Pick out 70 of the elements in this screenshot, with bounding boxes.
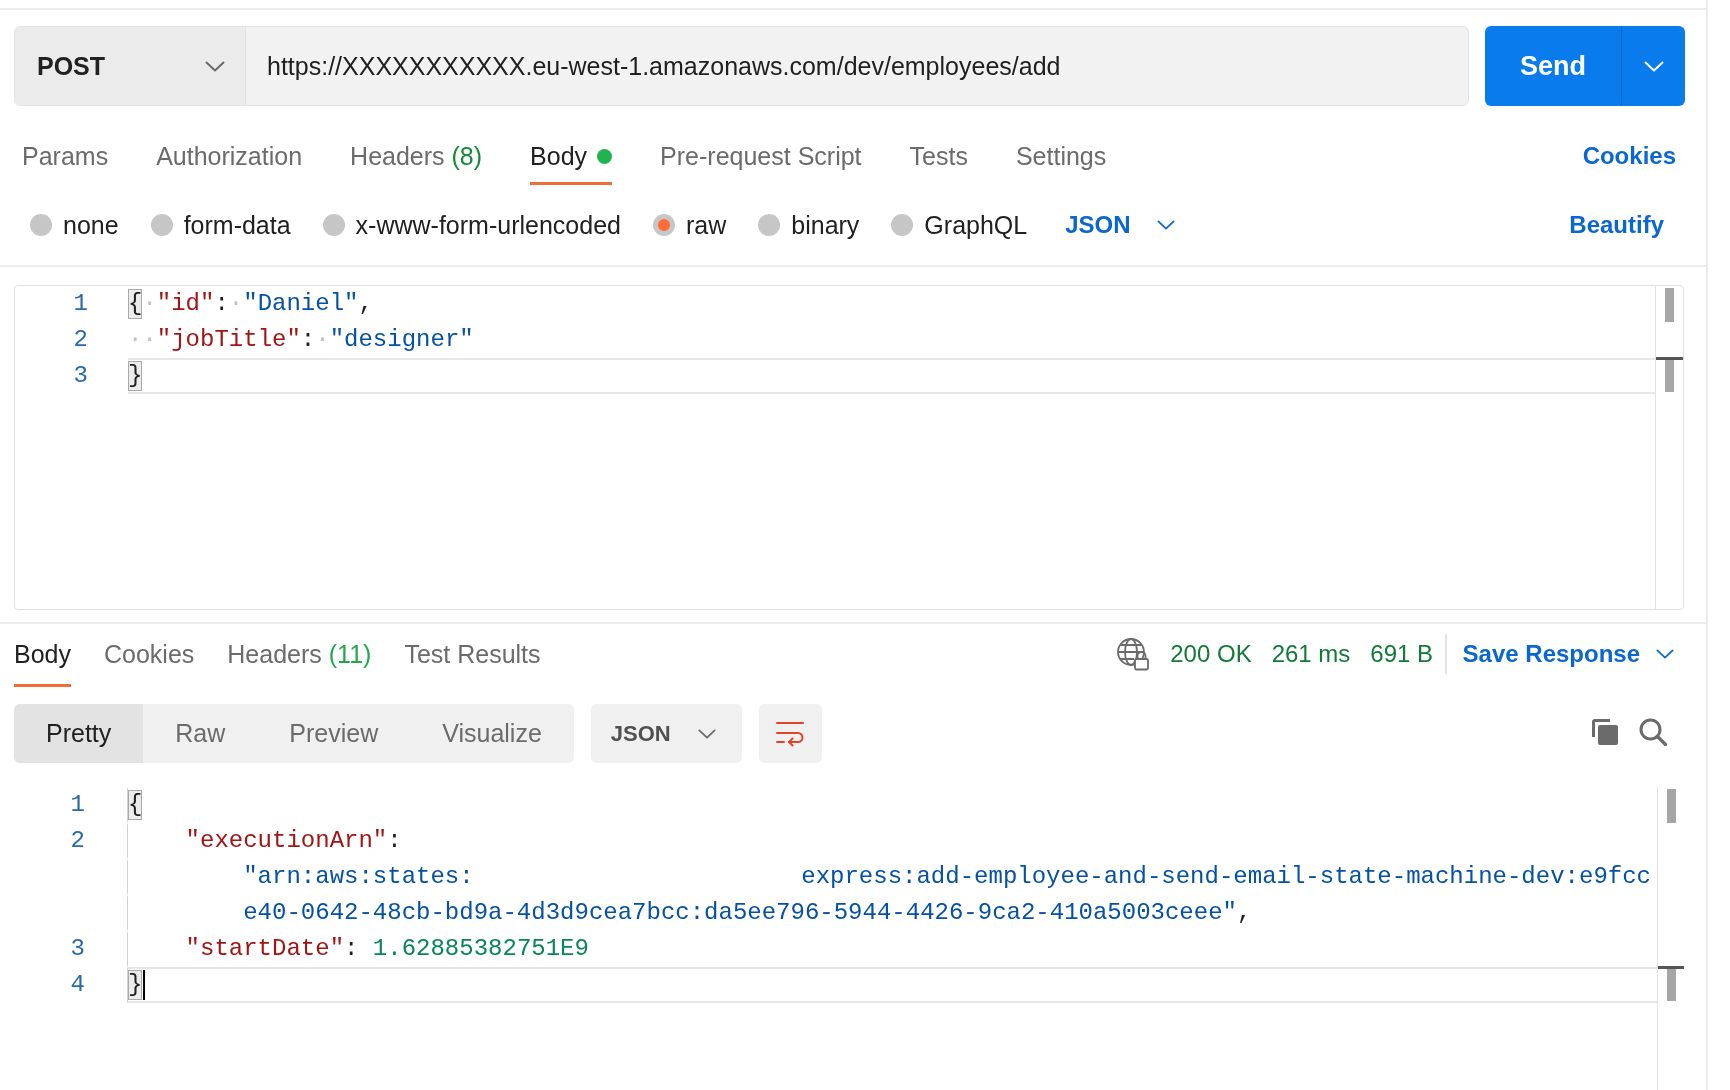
globe-lock-icon — [1116, 637, 1151, 671]
code-text: } — [128, 970, 143, 1000]
code-text: express:add-employee-and-send-email-state-machine-dev:e9fcc — [801, 862, 1651, 892]
tab[interactable]: Headers (8) — [350, 130, 483, 185]
code-text: "executionArn": — [185, 826, 402, 856]
radio-label[interactable]: x-www-form-urlencoded — [355, 210, 621, 240]
wrap-lines-button[interactable] — [758, 704, 822, 763]
chevron-down-icon — [1156, 220, 1175, 230]
view-tab[interactable]: Preview — [257, 704, 411, 763]
radio-button[interactable] — [758, 214, 781, 236]
language-dropdown[interactable]: JSON — [1065, 211, 1175, 239]
code-text: "startDate": 1.62885382751E9 — [185, 934, 589, 964]
cursor-marker — [1656, 357, 1683, 360]
scrollbar-thumb[interactable] — [1665, 288, 1674, 322]
response-size: 691 B — [1370, 640, 1434, 668]
line-number: 2 — [70, 826, 85, 856]
line-number: 3 — [70, 934, 85, 964]
view-tab[interactable]: Raw — [143, 704, 258, 763]
view-tab[interactable]: Pretty — [14, 704, 144, 763]
code-text: e40-0642-48cb-bd9a-4d3d9cea7bcc:da5ee796-5944-4426-9ca2-410a5003ceee", — [243, 898, 1252, 928]
line-number: 3 — [73, 361, 88, 391]
format-dropdown[interactable]: JSON — [590, 704, 742, 763]
code-editor[interactable]: 1 {·"id":·"Daniel", 2 ··"jobTitle":·"designer" 3 } — [14, 285, 1684, 610]
code-text: } — [128, 361, 143, 391]
line-number: 1 — [70, 790, 85, 820]
tab[interactable]: Test Results — [404, 624, 541, 687]
save-response-button[interactable]: Save Response — [1462, 640, 1674, 668]
tab[interactable]: Cookies — [104, 624, 195, 687]
chevron-down-icon — [1656, 649, 1674, 659]
radio-button[interactable] — [150, 214, 173, 236]
ruler-mark — [1666, 969, 1676, 1001]
radio-label[interactable]: raw — [685, 210, 727, 240]
radio-label[interactable]: GraphQL — [924, 210, 1028, 240]
scrollbar-thumb[interactable] — [1666, 789, 1676, 823]
cookies-link[interactable]: Cookies — [1582, 142, 1676, 173]
search-icon[interactable] — [1639, 717, 1667, 746]
send-options-button[interactable] — [1621, 26, 1685, 106]
tab[interactable]: Settings — [1015, 130, 1107, 185]
radio-label[interactable]: binary — [791, 210, 860, 240]
copy-icon[interactable] — [1591, 717, 1619, 746]
code-text: {·"id":·"Daniel", — [128, 289, 373, 319]
tab[interactable]: Headers (11) — [227, 624, 372, 687]
cursor-marker — [1658, 966, 1684, 969]
code-text: "arn:aws:states: — [243, 862, 474, 892]
radio-label[interactable]: form-data — [183, 210, 291, 240]
tab[interactable]: Pre-request Script — [660, 130, 862, 185]
tab[interactable]: Tests — [909, 130, 968, 185]
ruler-mark — [1665, 360, 1674, 392]
line-number: 4 — [70, 970, 85, 1000]
tab[interactable]: Body — [14, 624, 71, 687]
response-time: 261 ms — [1271, 640, 1351, 668]
chevron-down-icon — [1643, 60, 1664, 72]
radio-button[interactable] — [652, 214, 675, 236]
code-text: { — [128, 790, 143, 820]
view-tab[interactable]: Visualize — [410, 704, 574, 763]
beautify-link[interactable]: Beautify — [1569, 211, 1664, 239]
code-text: ··"jobTitle":·"designer" — [128, 325, 474, 355]
tab[interactable]: Params — [22, 130, 109, 185]
chevron-down-icon — [697, 728, 716, 739]
radio-button[interactable] — [322, 214, 345, 236]
tab[interactable]: Body — [530, 130, 613, 185]
tab[interactable]: Authorization — [156, 130, 303, 185]
line-number: 2 — [73, 325, 88, 355]
text-cursor — [143, 970, 146, 1000]
radio-button[interactable] — [891, 214, 914, 236]
radio-label[interactable]: none — [63, 210, 119, 240]
status-code: 200 OK — [1170, 640, 1252, 668]
send-button[interactable]: Send — [1485, 26, 1621, 106]
line-number: 1 — [73, 289, 88, 319]
radio-button[interactable] — [30, 214, 52, 236]
